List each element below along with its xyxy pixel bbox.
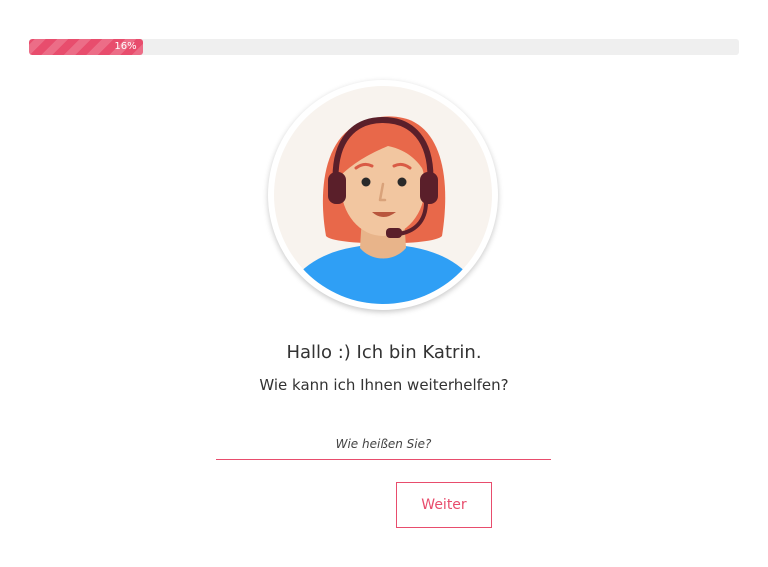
help-question-text: Wie kann ich Ihnen weiterhelfen? [259, 376, 509, 394]
avatar [268, 80, 498, 310]
continue-button[interactable]: Weiter [396, 482, 492, 528]
progress-bar: 16% [29, 39, 739, 55]
chat-onboarding-page: 16% Hallo:) Ich bin Katrin. Wie kann ic… [0, 0, 768, 567]
progress-bar-fill: 16% [29, 39, 143, 55]
greeting-text: Hallo :) Ich bin Katrin. [286, 342, 482, 363]
progress-percent-label: 16% [114, 41, 137, 52]
support-agent-avatar-icon [274, 86, 492, 304]
name-input[interactable] [216, 428, 551, 460]
